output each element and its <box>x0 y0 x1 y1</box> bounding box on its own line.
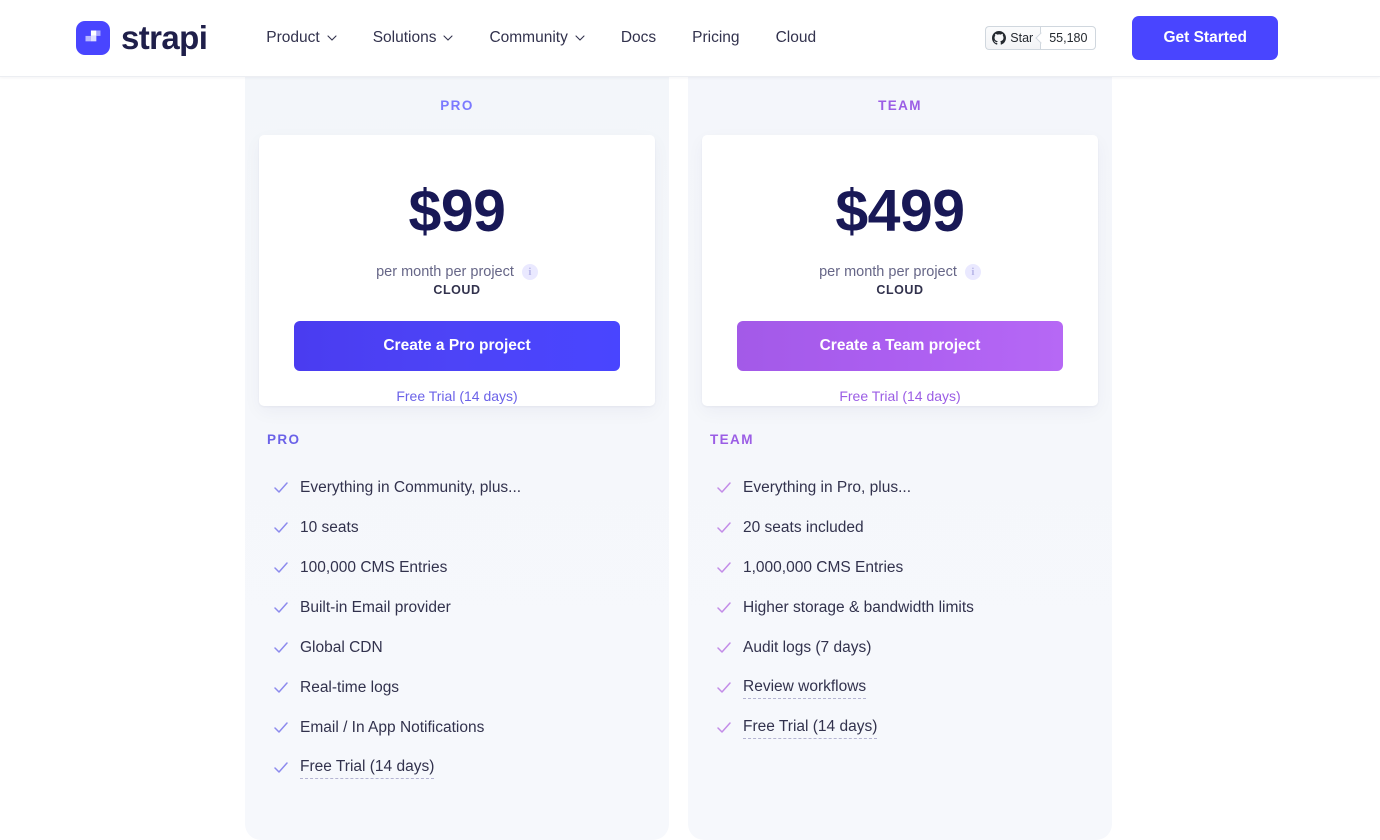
list-item: Free Trial (14 days) <box>274 748 669 788</box>
feature-list-team: Everything in Pro, plus... 20 seats incl… <box>688 468 1112 748</box>
chevron-down-icon <box>327 35 337 41</box>
price-amount-team: $499 <box>835 178 965 244</box>
feature-text-free-trial[interactable]: Free Trial (14 days) <box>300 758 435 779</box>
list-item: 10 seats <box>274 508 669 548</box>
create-pro-project-button[interactable]: Create a Pro project <box>294 321 620 371</box>
tier-label-team: TEAM <box>878 98 922 113</box>
header-actions: Star 55,180 Get Started <box>985 16 1278 60</box>
list-item: Email / In App Notifications <box>274 708 669 748</box>
github-icon <box>992 31 1007 45</box>
feature-text: Audit logs (7 days) <box>743 639 872 656</box>
price-card-pro: $99 per month per project i CLOUD Create… <box>259 135 655 406</box>
feature-text-review-workflows[interactable]: Review workflows <box>743 678 867 699</box>
feature-text-free-trial[interactable]: Free Trial (14 days) <box>743 718 878 739</box>
nav-label: Product <box>266 29 320 46</box>
feature-text: 100,000 CMS Entries <box>300 559 448 576</box>
price-note-row-team: per month per project i <box>702 264 1098 280</box>
list-item: Everything in Pro, plus... <box>717 468 1112 508</box>
nav-label: Community <box>489 29 568 46</box>
nav-label: Cloud <box>775 29 817 46</box>
check-icon <box>274 482 288 493</box>
nav-item-solutions[interactable]: Solutions <box>355 19 472 57</box>
features-heading-team: TEAM <box>710 432 754 447</box>
price-note: per month per project <box>819 264 957 280</box>
list-item: Real-time logs <box>274 668 669 708</box>
list-item: Higher storage & bandwidth limits <box>717 588 1112 628</box>
plan-type-pro: CLOUD <box>433 283 481 297</box>
check-icon <box>274 682 288 693</box>
strapi-logo-icon <box>76 21 110 55</box>
features-heading-pro: PRO <box>267 432 301 447</box>
list-item: 20 seats included <box>717 508 1112 548</box>
feature-text: Higher storage & bandwidth limits <box>743 599 974 616</box>
list-item: Free Trial (14 days) <box>717 708 1112 748</box>
plan-type-team: CLOUD <box>876 283 924 297</box>
brand-logo[interactable]: strapi <box>76 19 208 57</box>
free-trial-link-team[interactable]: Free Trial (14 days) <box>702 388 1098 404</box>
main-nav: Product Solutions Community Docs Pricing… <box>248 19 834 57</box>
github-star-count[interactable]: 55,180 <box>1040 26 1097 50</box>
nav-item-docs[interactable]: Docs <box>603 19 674 57</box>
create-team-project-button[interactable]: Create a Team project <box>737 321 1063 371</box>
brand-name: strapi <box>121 19 208 56</box>
check-icon <box>274 642 288 653</box>
check-icon <box>274 602 288 613</box>
check-icon <box>274 762 288 773</box>
get-started-button[interactable]: Get Started <box>1132 16 1278 60</box>
feature-list-pro: Everything in Community, plus... 10 seat… <box>245 468 669 788</box>
check-icon <box>717 722 731 733</box>
check-icon <box>274 522 288 533</box>
pricing-section: PRO PRO Everything in Community, plus...… <box>0 77 1380 840</box>
price-note-row-pro: per month per project i <box>259 264 655 280</box>
feature-text: Global CDN <box>300 639 383 656</box>
list-item: Audit logs (7 days) <box>717 628 1112 668</box>
info-icon[interactable]: i <box>521 264 538 280</box>
list-item: Global CDN <box>274 628 669 668</box>
check-icon <box>717 562 731 573</box>
price-card-team: $499 per month per project i CLOUD Creat… <box>702 135 1098 406</box>
nav-item-pricing[interactable]: Pricing <box>674 19 757 57</box>
feature-text: Email / In App Notifications <box>300 719 485 736</box>
feature-text: Built-in Email provider <box>300 599 451 616</box>
list-item: 1,000,000 CMS Entries <box>717 548 1112 588</box>
check-icon <box>717 682 731 693</box>
check-icon <box>717 642 731 653</box>
feature-text: 10 seats <box>300 519 359 536</box>
feature-text: Everything in Community, plus... <box>300 479 522 496</box>
chevron-down-icon <box>575 35 585 41</box>
feature-text: 1,000,000 CMS Entries <box>743 559 904 576</box>
check-icon <box>274 562 288 573</box>
feature-text: 20 seats included <box>743 519 864 536</box>
check-icon <box>717 602 731 613</box>
features-pro: PRO Everything in Community, plus... 10 … <box>245 432 669 788</box>
tier-label-pro: PRO <box>440 98 474 113</box>
list-item: Review workflows <box>717 668 1112 708</box>
price-note: per month per project <box>376 264 514 280</box>
list-item: Everything in Community, plus... <box>274 468 669 508</box>
github-star-widget[interactable]: Star 55,180 <box>985 26 1097 50</box>
site-header: strapi Product Solutions Community Docs … <box>0 0 1380 77</box>
check-icon <box>717 482 731 493</box>
github-star-button[interactable]: Star <box>985 26 1041 50</box>
free-trial-link-pro[interactable]: Free Trial (14 days) <box>259 388 655 404</box>
check-icon <box>717 522 731 533</box>
list-item: 100,000 CMS Entries <box>274 548 669 588</box>
nav-label: Solutions <box>372 29 437 46</box>
list-item: Built-in Email provider <box>274 588 669 628</box>
features-team: TEAM Everything in Pro, plus... 20 seats… <box>688 432 1112 748</box>
feature-text: Real-time logs <box>300 679 400 696</box>
nav-item-product[interactable]: Product <box>248 19 354 57</box>
nav-label: Docs <box>620 29 657 46</box>
feature-text: Everything in Pro, plus... <box>743 479 911 496</box>
github-star-label: Star <box>1010 31 1034 45</box>
check-icon <box>274 722 288 733</box>
nav-item-community[interactable]: Community <box>471 19 602 57</box>
price-amount-pro: $99 <box>408 178 506 244</box>
chevron-down-icon <box>443 35 454 41</box>
nav-item-cloud[interactable]: Cloud <box>758 19 835 57</box>
info-icon[interactable]: i <box>964 264 981 280</box>
nav-label: Pricing <box>692 29 740 46</box>
